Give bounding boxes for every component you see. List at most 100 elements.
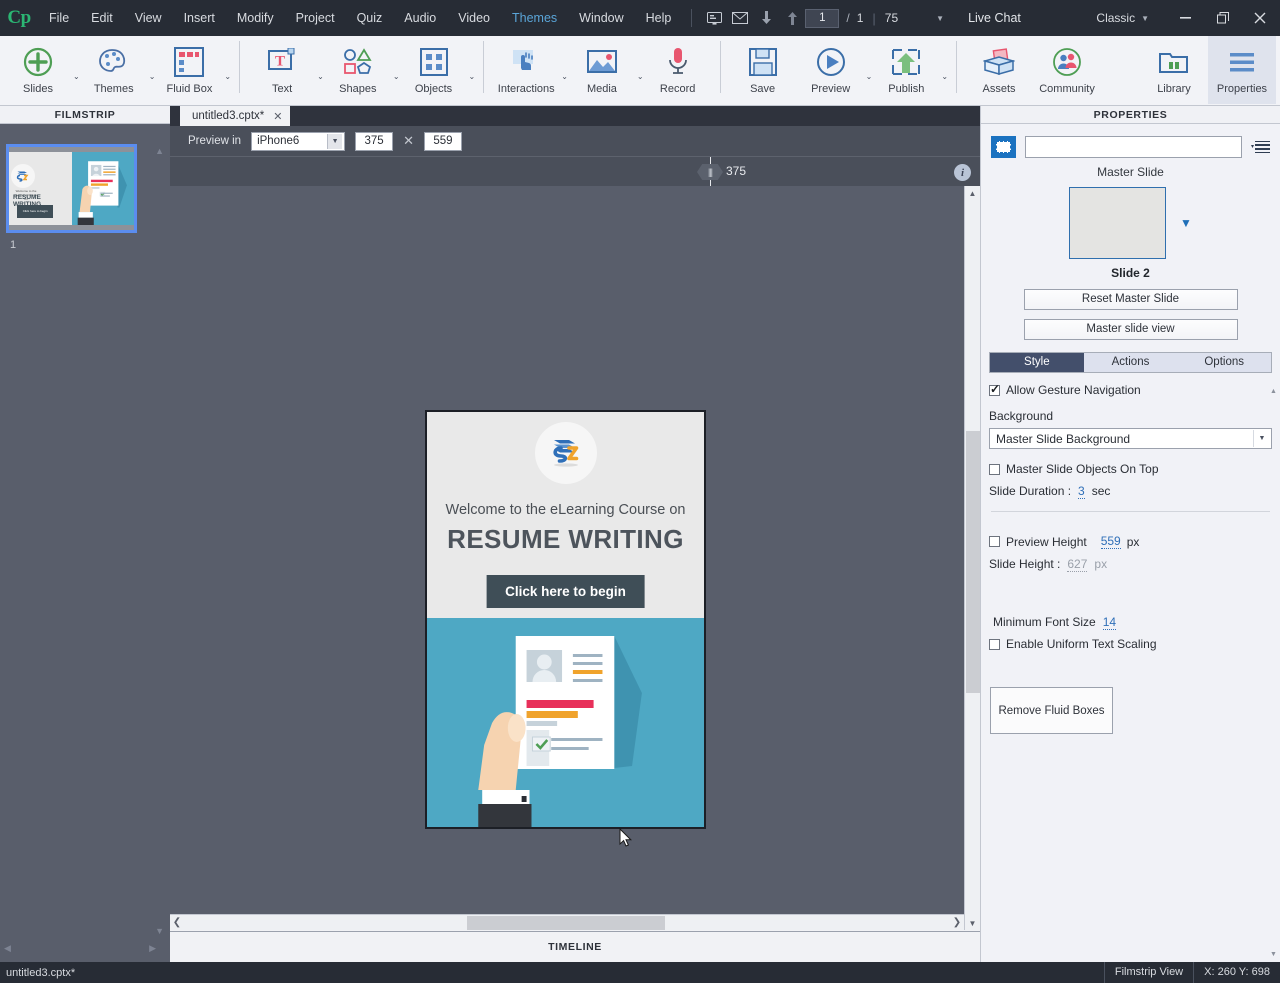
menu-audio[interactable]: Audio bbox=[393, 0, 447, 36]
menu-edit[interactable]: Edit bbox=[80, 0, 124, 36]
slide-stage[interactable]: Welcome to the eLearning Course on RESUM… bbox=[170, 186, 964, 930]
menu-quiz[interactable]: Quiz bbox=[346, 0, 394, 36]
object-name-input[interactable] bbox=[1025, 136, 1242, 158]
preview-button[interactable]: Preview bbox=[797, 36, 865, 104]
save-button[interactable]: Save bbox=[729, 36, 797, 104]
slide-duration-value[interactable]: 3 bbox=[1078, 484, 1085, 499]
canvas-scroll-up-icon[interactable]: ▲ bbox=[965, 186, 980, 200]
menu-view[interactable]: View bbox=[124, 0, 173, 36]
preview-caret-icon[interactable]: ⌄ bbox=[866, 72, 873, 81]
objects-button[interactable]: Objects bbox=[400, 36, 468, 104]
properties-scroll-down-icon[interactable]: ▼ bbox=[1269, 951, 1278, 958]
slides-button[interactable]: Slides bbox=[4, 36, 72, 104]
properties-button[interactable]: Properties bbox=[1208, 36, 1276, 104]
canvas-scroll-down-icon[interactable]: ▼ bbox=[965, 916, 980, 930]
interactions-caret-icon[interactable]: ⌄ bbox=[561, 72, 568, 81]
background-select[interactable]: Master Slide Background ▼ bbox=[989, 428, 1272, 449]
menu-help[interactable]: Help bbox=[635, 0, 683, 36]
tab-options[interactable]: Options bbox=[1177, 353, 1272, 372]
device-width-input[interactable]: 375 bbox=[355, 131, 394, 151]
slides-caret-icon[interactable]: ⌄ bbox=[73, 72, 80, 81]
minimize-button[interactable] bbox=[1167, 5, 1204, 31]
menu-window[interactable]: Window bbox=[568, 0, 634, 36]
arrow-up-icon[interactable] bbox=[779, 0, 805, 36]
canvas-scroll-right-icon[interactable]: ❯ bbox=[950, 917, 964, 928]
record-button[interactable]: Record bbox=[644, 36, 712, 104]
close-tab-icon[interactable]: ✕ bbox=[273, 110, 282, 123]
device-height-input[interactable]: 559 bbox=[423, 131, 462, 151]
workspace-dropdown-icon[interactable]: ▼ bbox=[1141, 14, 1149, 23]
filmstrip-scroll-left-icon[interactable]: ◀ bbox=[4, 943, 11, 954]
canvas-vertical-scrollbar[interactable]: ▲ ▼ bbox=[964, 186, 980, 930]
media-caret-icon[interactable]: ⌄ bbox=[637, 72, 644, 81]
tab-actions[interactable]: Actions bbox=[1083, 353, 1178, 372]
live-chat-link[interactable]: Live Chat bbox=[968, 11, 1021, 25]
device-select[interactable]: iPhone6 ▼ bbox=[251, 131, 346, 151]
fluid-box-button[interactable]: Fluid Box bbox=[155, 36, 223, 104]
display-icon[interactable] bbox=[701, 0, 727, 36]
canvas-scroll-left-icon[interactable]: ❮ bbox=[170, 917, 184, 928]
media-button[interactable]: Media bbox=[568, 36, 636, 104]
library-button[interactable]: Library bbox=[1140, 36, 1208, 104]
canvas-vscroll-thumb[interactable] bbox=[966, 431, 980, 693]
shapes-button[interactable]: Shapes bbox=[324, 36, 392, 104]
restore-button[interactable] bbox=[1204, 5, 1241, 31]
canvas-hscroll-thumb[interactable] bbox=[467, 916, 665, 930]
shapes-caret-icon[interactable]: ⌄ bbox=[393, 72, 400, 81]
slide-cta-button[interactable]: Click here to begin bbox=[486, 575, 645, 608]
remove-fluid-boxes-button[interactable]: Remove Fluid Boxes bbox=[990, 687, 1113, 734]
menu-project[interactable]: Project bbox=[285, 0, 346, 36]
assets-button[interactable]: Assets bbox=[965, 36, 1033, 104]
fill-swatch-icon[interactable] bbox=[991, 136, 1016, 158]
properties-scroll-up-icon[interactable]: ▲ bbox=[1269, 388, 1278, 395]
menu-insert[interactable]: Insert bbox=[173, 0, 226, 36]
menu-file[interactable]: File bbox=[38, 0, 80, 36]
reset-master-slide-button[interactable]: Reset Master Slide bbox=[1023, 289, 1238, 310]
menu-modify[interactable]: Modify bbox=[226, 0, 285, 36]
ruler-grip-handle[interactable]: ||| bbox=[697, 164, 723, 180]
workspace-label[interactable]: Classic bbox=[1096, 11, 1135, 25]
publish-button[interactable]: Publish bbox=[872, 36, 940, 104]
slide-canvas[interactable]: Welcome to the eLearning Course on RESUM… bbox=[425, 410, 706, 829]
zoom-dropdown-icon[interactable]: ▼ bbox=[936, 14, 944, 23]
master-slide-thumbnail[interactable] bbox=[1069, 187, 1167, 259]
canvas-horizontal-scrollbar[interactable]: ❮ ❯ bbox=[170, 914, 964, 930]
document-tab[interactable]: untitled3.cptx* ✕ bbox=[180, 106, 291, 126]
filmstrip-scroll-down-icon[interactable]: ▼ bbox=[155, 926, 164, 936]
filmstrip-scroll-right-icon[interactable]: ▶ bbox=[149, 943, 156, 954]
publish-caret-icon[interactable]: ⌄ bbox=[941, 72, 948, 81]
panel-menu-icon[interactable]: ▾ bbox=[1251, 140, 1270, 154]
text-caret-icon[interactable]: ⌄ bbox=[317, 72, 324, 81]
allow-gesture-navigation-checkbox[interactable]: Allow Gesture Navigation bbox=[989, 382, 1272, 397]
status-view-mode[interactable]: Filmstrip View bbox=[1103, 962, 1193, 983]
themes-caret-icon[interactable]: ⌄ bbox=[149, 72, 156, 81]
zoom-level[interactable]: 75 bbox=[885, 11, 898, 25]
slide-bottom-fluid-box[interactable] bbox=[427, 618, 704, 827]
background-dropdown-icon[interactable]: ▼ bbox=[1253, 430, 1270, 447]
info-icon[interactable]: i bbox=[954, 164, 971, 181]
text-button[interactable]: T Text bbox=[248, 36, 316, 104]
min-font-size-value[interactable]: 14 bbox=[1102, 615, 1117, 630]
slide-number-input[interactable]: 1 bbox=[805, 8, 840, 28]
filmstrip-slide-1[interactable]: Welcome to the eLearning Course on RESUM… bbox=[6, 144, 137, 233]
master-slide-view-button[interactable]: Master slide view bbox=[1023, 319, 1238, 340]
master-slide-dropdown-icon[interactable]: ▼ bbox=[1180, 216, 1192, 230]
properties-vertical-scrollbar[interactable]: ▲ ▼ bbox=[1269, 388, 1278, 958]
interactions-button[interactable]: Interactions bbox=[492, 36, 560, 104]
objects-caret-icon[interactable]: ⌄ bbox=[469, 72, 476, 81]
mail-icon[interactable] bbox=[727, 0, 753, 36]
master-slide-objects-on-top-checkbox[interactable]: Master Slide Objects On Top bbox=[989, 462, 1272, 476]
filmstrip-scroll-up-icon[interactable]: ▲ bbox=[155, 146, 164, 156]
uniform-text-scaling-checkbox[interactable]: Enable Uniform Text Scaling bbox=[989, 637, 1272, 651]
close-button[interactable] bbox=[1241, 5, 1278, 31]
preview-height-value[interactable]: 559 bbox=[1100, 534, 1121, 549]
device-dropdown-icon[interactable]: ▼ bbox=[327, 133, 343, 149]
preview-height-checkbox[interactable]: Preview Height 559 px bbox=[989, 534, 1272, 549]
arrow-down-icon[interactable] bbox=[753, 0, 779, 36]
fluid-box-caret-icon[interactable]: ⌄ bbox=[224, 72, 231, 81]
community-button[interactable]: Community bbox=[1033, 36, 1101, 104]
tab-style[interactable]: Style bbox=[990, 353, 1084, 372]
timeline-panel-header[interactable]: TIMELINE bbox=[170, 931, 980, 962]
menu-video[interactable]: Video bbox=[447, 0, 501, 36]
slide-top-fluid-box[interactable]: Welcome to the eLearning Course on RESUM… bbox=[427, 412, 704, 618]
